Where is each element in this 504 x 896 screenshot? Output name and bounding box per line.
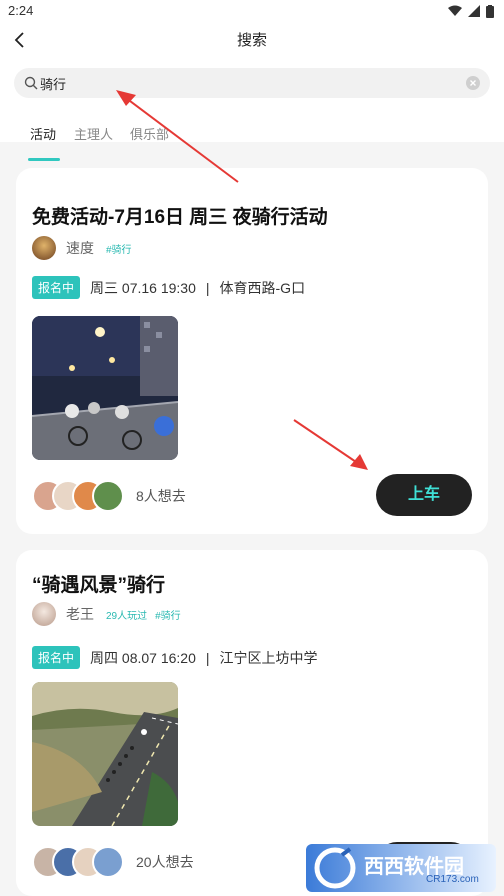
- activity-title: 免费活动-7月16日 周三 夜骑行活动: [32, 207, 328, 228]
- activity-tag: 29人玩过: [106, 610, 148, 622]
- tab-clubs[interactable]: 俱乐部: [130, 124, 169, 143]
- activity-title: “骑遇风景”骑行: [32, 575, 166, 596]
- activity-meta: 报名中 周四 08.07 16:20 | 江宁区上坊中学: [32, 646, 318, 669]
- interested-count: 20人想去: [136, 854, 194, 870]
- clear-icon[interactable]: [466, 76, 480, 90]
- activity-datetime: 周四 08.07 16:20: [90, 649, 196, 666]
- page-title: 搜索: [236, 32, 267, 49]
- meta-separator: |: [205, 649, 210, 666]
- activity-photo[interactable]: [32, 682, 178, 826]
- author-name: 老王: [66, 606, 94, 622]
- status-time: 2:24: [8, 3, 34, 18]
- header: 搜索 骑行 活动 主理人 俱乐部: [0, 22, 504, 161]
- search-icon: [24, 76, 38, 90]
- status-icons: [448, 4, 494, 18]
- interested-count: 8人想去: [136, 488, 186, 504]
- watermark-domain: CR173.com: [426, 874, 479, 885]
- author-name: 速度: [66, 240, 94, 256]
- tab-organizers[interactable]: 主理人: [74, 124, 113, 143]
- status-bar: 2:24: [0, 0, 504, 22]
- avatar: [32, 602, 56, 626]
- search-input[interactable]: 骑行: [14, 68, 490, 98]
- activity-card[interactable]: 免费活动-7月16日 周三 夜骑行活动 速度 #骑行 报名中 周三 07.16 …: [16, 168, 488, 534]
- activity-author: 速度 #骑行: [32, 236, 132, 260]
- status-badge: 报名中: [32, 276, 81, 299]
- participant-avatar: [92, 480, 124, 512]
- activity-photo[interactable]: [32, 316, 178, 460]
- activity-location: 体育西路-G口: [219, 279, 306, 296]
- participant-avatars[interactable]: [32, 846, 124, 878]
- tab-bar: 活动 主理人 俱乐部: [0, 124, 504, 164]
- scenic-ride-photo: [32, 682, 178, 826]
- activity-author: 老王 29人玩过 #骑行: [32, 602, 181, 626]
- search-query: 骑行: [40, 77, 67, 92]
- status-badge: 报名中: [32, 646, 81, 669]
- participant-avatars[interactable]: [32, 480, 124, 512]
- activity-tag: #骑行: [106, 244, 132, 256]
- meta-separator: |: [205, 279, 210, 296]
- activity-meta: 报名中 周三 07.16 19:30 | 体育西路-G口: [32, 276, 305, 299]
- avatar: [32, 236, 56, 260]
- watermark-logo: 西西软件园 CR173.com: [306, 844, 496, 892]
- signal-icon: [468, 5, 480, 17]
- logo-mark-icon: [314, 847, 356, 889]
- participant-avatar: [92, 846, 124, 878]
- join-button[interactable]: 上车: [376, 474, 472, 516]
- activity-datetime: 周三 07.16 19:30: [90, 279, 196, 296]
- activity-location: 江宁区上坊中学: [219, 649, 318, 666]
- wifi-icon: [448, 5, 462, 16]
- battery-icon: [486, 4, 494, 18]
- night-ride-photo: [32, 316, 178, 460]
- activity-tag: #骑行: [155, 610, 181, 622]
- tab-indicator: [28, 158, 60, 161]
- tab-activities[interactable]: 活动: [30, 124, 56, 143]
